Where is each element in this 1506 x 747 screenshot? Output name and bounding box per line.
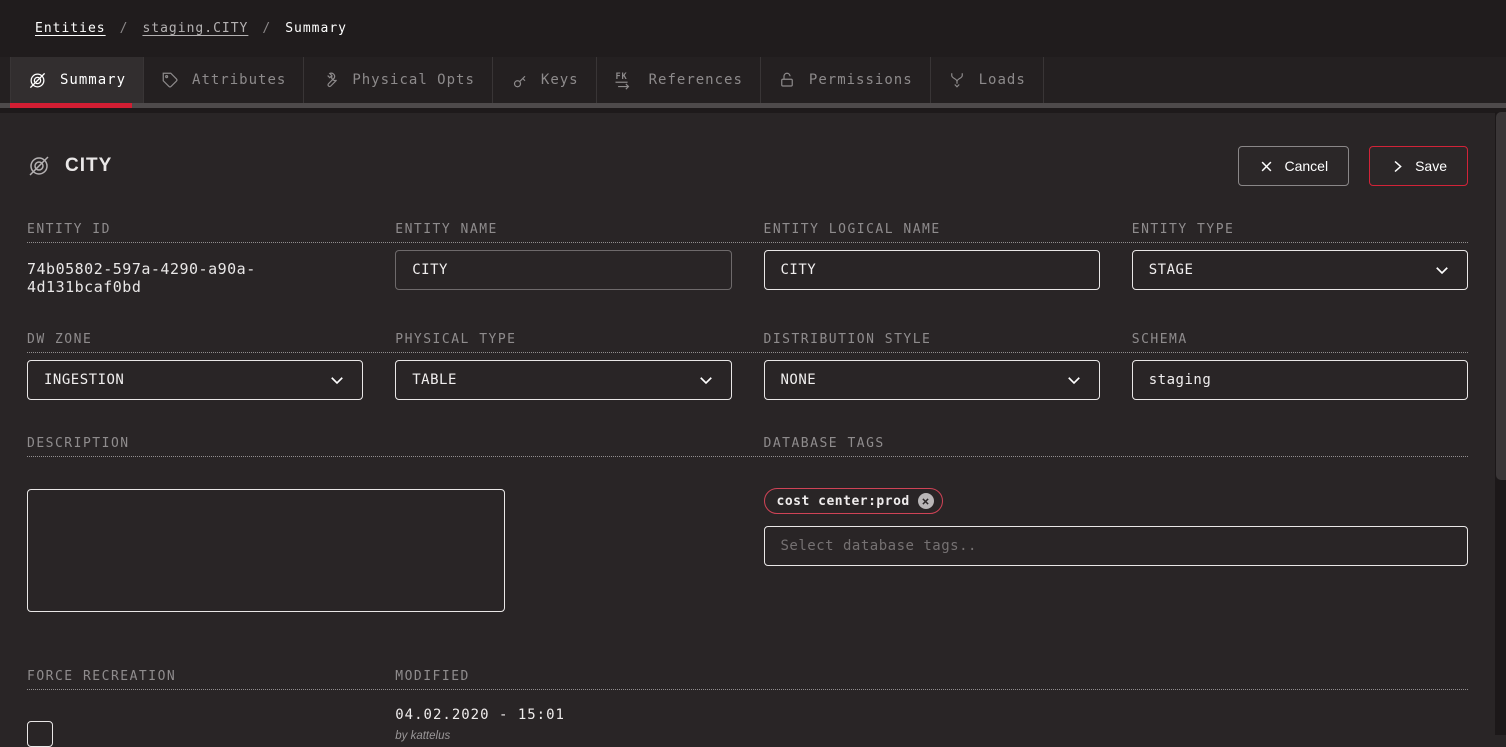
entity-name-label: ENTITY NAME: [395, 222, 731, 237]
entity-logical-name-input[interactable]: [764, 250, 1100, 290]
save-button-label: Save: [1415, 158, 1447, 174]
database-tag-chip: cost center:prod: [764, 488, 943, 514]
merge-icon: [948, 71, 966, 89]
entity-type-selected-value: STAGE: [1149, 262, 1194, 278]
description-label: DESCRIPTION: [27, 436, 363, 451]
dw-zone-selected-value: INGESTION: [44, 372, 124, 388]
physical-type-select[interactable]: TABLE: [395, 360, 731, 400]
page-title: CITY: [65, 155, 112, 177]
entity-logical-name-label: ENTITY LOGICAL NAME: [764, 222, 1100, 237]
entity-id-value: 74b05802-597a-4290-a90a-4d131bcaf0bd: [27, 250, 363, 296]
force-recreation-label: FORCE RECREATION: [27, 669, 363, 684]
entity-type-label: ENTITY TYPE: [1132, 222, 1468, 237]
breadcrumb: Entities / staging.CITY / Summary: [0, 0, 1506, 57]
breadcrumb-separator: /: [120, 21, 129, 36]
tab-label: References: [649, 72, 743, 88]
tab-attributes[interactable]: Attributes: [144, 57, 304, 103]
physical-type-label: PHYSICAL TYPE: [395, 332, 731, 347]
tab-permissions[interactable]: Permissions: [761, 57, 931, 103]
schema-label: SCHEMA: [1132, 332, 1468, 347]
schema-input[interactable]: [1132, 360, 1468, 400]
tab-label: Loads: [979, 72, 1026, 88]
breadcrumb-entities-link[interactable]: Entities: [35, 21, 106, 36]
modified-label: MODIFIED: [395, 669, 731, 684]
lock-icon: [778, 71, 796, 89]
entity-summary-form: CITY Cancel Save ENTI: [0, 142, 1506, 747]
tabbar-underline: [0, 103, 1506, 108]
fk-icon: FK: [614, 71, 636, 90]
tab-label: Permissions: [809, 72, 913, 88]
breadcrumb-entity-link[interactable]: staging.CITY: [142, 21, 248, 36]
chevron-down-icon: [328, 371, 346, 389]
close-icon: [1259, 159, 1274, 174]
dw-zone-label: DW ZONE: [27, 332, 363, 347]
key-icon: [510, 71, 528, 89]
save-button[interactable]: Save: [1369, 146, 1468, 186]
tab-label: Keys: [541, 72, 579, 88]
database-tag-label: cost center:prod: [777, 494, 910, 509]
tag-icon: [161, 71, 179, 89]
remove-tag-icon[interactable]: [918, 493, 934, 509]
distribution-style-selected-value: NONE: [781, 372, 817, 388]
entity-id-label: ENTITY ID: [27, 222, 363, 237]
tab-label: Attributes: [192, 72, 286, 88]
description-textarea[interactable]: [27, 489, 505, 612]
modified-by: by kattelus: [395, 730, 731, 742]
tab-references[interactable]: FK References: [597, 57, 761, 103]
vertical-scrollbar-thumb[interactable]: [1496, 112, 1506, 480]
distribution-style-label: DISTRIBUTION STYLE: [764, 332, 1100, 347]
dw-zone-select[interactable]: INGESTION: [27, 360, 363, 400]
tab-keys[interactable]: Keys: [493, 57, 597, 103]
physical-type-selected-value: TABLE: [412, 372, 457, 388]
entity-tabbar: Summary Attributes Physical Opts: [0, 57, 1506, 108]
database-tags-label: DATABASE TAGS: [764, 436, 1100, 451]
tab-summary[interactable]: Summary: [10, 57, 144, 103]
entity-name-input[interactable]: [395, 250, 731, 290]
database-tags-input-wrapper: [764, 526, 1469, 566]
distribution-style-select[interactable]: NONE: [764, 360, 1100, 400]
tab-label: Physical Opts: [352, 72, 475, 88]
database-tags-input[interactable]: [781, 538, 1452, 554]
force-recreation-checkbox[interactable]: [27, 721, 53, 747]
tab-loads[interactable]: Loads: [931, 57, 1044, 103]
breadcrumb-current-page: Summary: [285, 21, 347, 36]
tabbar-shadow: [0, 108, 1506, 113]
entity-icon: [27, 154, 51, 178]
tab-physical-opts[interactable]: Physical Opts: [304, 57, 493, 103]
entity-icon: [28, 71, 47, 90]
wrench-icon: [321, 71, 339, 89]
chevron-down-icon: [1433, 261, 1451, 279]
entity-type-select[interactable]: STAGE: [1132, 250, 1468, 290]
cancel-button-label: Cancel: [1284, 158, 1328, 174]
active-tab-marker: [10, 103, 132, 108]
vertical-scrollbar-track[interactable]: [1495, 112, 1506, 735]
modified-timestamp: 04.02.2020 - 15:01: [395, 707, 731, 723]
tab-label: Summary: [60, 72, 126, 88]
breadcrumb-separator: /: [262, 21, 271, 36]
chevron-down-icon: [697, 371, 715, 389]
cancel-button[interactable]: Cancel: [1238, 146, 1349, 186]
chevron-right-icon: [1390, 159, 1405, 174]
chevron-down-icon: [1065, 371, 1083, 389]
svg-text:FK: FK: [615, 71, 627, 81]
